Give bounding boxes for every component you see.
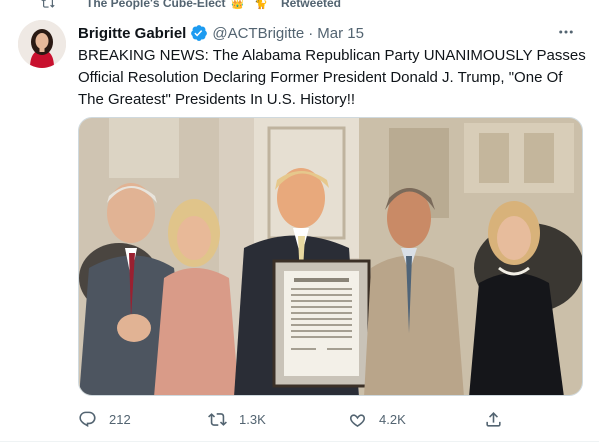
author-handle[interactable]: @ACTBrigitte xyxy=(212,25,304,42)
verified-badge-icon xyxy=(191,25,208,41)
cat-emoji: 🐈 xyxy=(254,0,268,10)
retweet-icon xyxy=(208,412,227,426)
tweet-date[interactable]: Mar 15 xyxy=(317,25,364,42)
crown-emoji: 👑 xyxy=(230,0,245,10)
avatar[interactable] xyxy=(18,20,66,68)
header-separator: · xyxy=(308,24,314,42)
retweet-button[interactable]: 1.3K xyxy=(208,404,266,434)
tweet-text: BREAKING NEWS: The Alabama Republican Pa… xyxy=(78,47,586,108)
like-count: 4.2K xyxy=(379,411,406,427)
retweet-icon xyxy=(41,0,55,8)
reply-icon xyxy=(79,411,96,427)
heart-icon xyxy=(349,413,366,427)
tweet-actions: 212 1.3K 4.2K xyxy=(78,404,518,434)
retweet-context: The People's Cube-Elect 👑 🐈 Retweeted xyxy=(40,0,341,12)
share-button[interactable] xyxy=(484,404,515,434)
reply-count: 212 xyxy=(109,411,131,427)
author-name[interactable]: Brigitte Gabriel xyxy=(78,25,186,42)
avatar-image xyxy=(18,20,66,68)
divider xyxy=(0,441,599,442)
retweeted-label: Retweeted xyxy=(280,0,341,10)
tweet-photo[interactable] xyxy=(78,117,583,396)
tweet-header: Brigitte Gabriel @ACTBrigitte · Mar 15 xyxy=(78,23,364,43)
retweet-count: 1.3K xyxy=(239,411,266,427)
more-options-icon[interactable] xyxy=(555,22,577,42)
tweet-card[interactable]: The People's Cube-Elect 👑 🐈 Retweeted Br… xyxy=(0,0,599,444)
share-icon xyxy=(486,411,501,427)
photo-illustration xyxy=(79,118,582,395)
retweet-user-name[interactable]: The People's Cube-Elect xyxy=(86,0,226,10)
like-button[interactable]: 4.2K xyxy=(348,404,406,434)
reply-button[interactable]: 212 xyxy=(78,404,131,434)
